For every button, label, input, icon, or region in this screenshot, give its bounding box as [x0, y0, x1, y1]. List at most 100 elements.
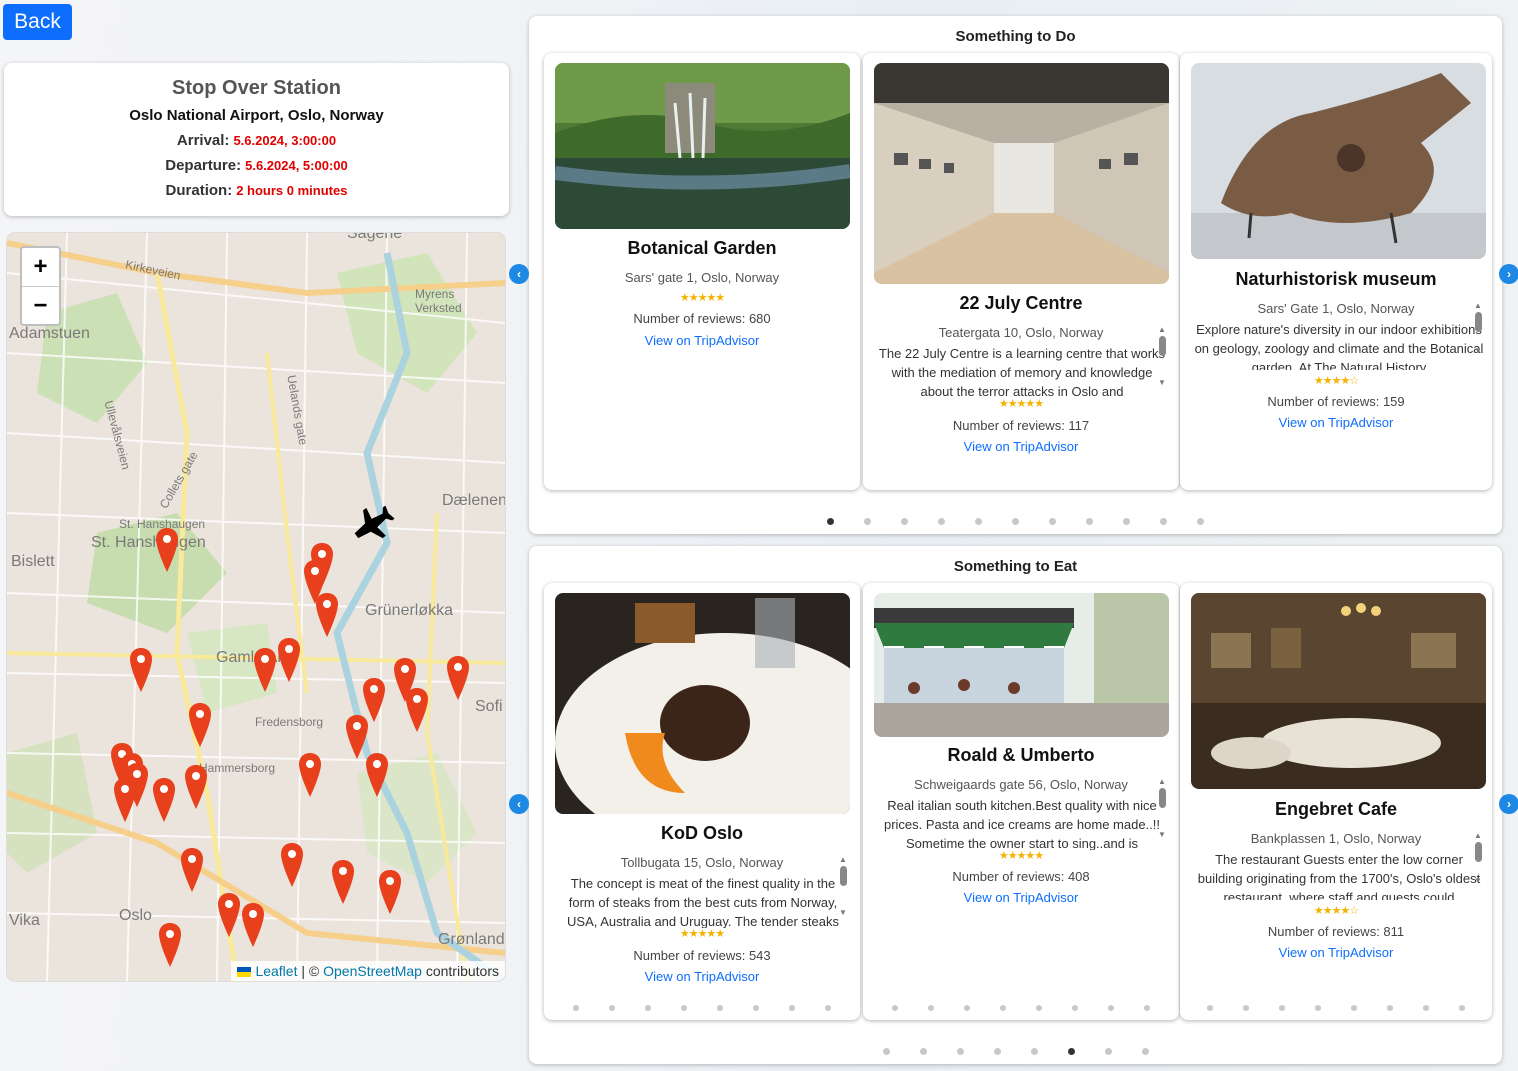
map-pin-icon[interactable]: [277, 637, 301, 683]
map-label: Grünerløkka: [365, 602, 454, 619]
restaurant-description: The concept is meat of the finest qualit…: [567, 876, 839, 928]
carousel-dot[interactable]: [938, 518, 945, 525]
tripadvisor-link[interactable]: View on TripAdvisor: [544, 969, 860, 984]
rating-stars: ★★★★★: [679, 292, 725, 304]
description-scrollbar[interactable]: ▲ ▼: [1473, 301, 1483, 355]
map-label: Sofi: [475, 698, 503, 715]
review-count: Number of reviews: 811: [1267, 924, 1405, 939]
zoom-in-button[interactable]: +: [22, 248, 59, 286]
carousel-dot[interactable]: [1141, 1048, 1149, 1055]
back-button[interactable]: Back: [3, 4, 72, 40]
arrival-label: Arrival:: [176, 132, 230, 149]
carousel-dots: [529, 1042, 1502, 1060]
duration-label: Duration:: [165, 182, 233, 199]
map-pin-icon[interactable]: [365, 752, 389, 798]
review-count: Number of reviews: 680: [633, 311, 771, 326]
restaurant-photo: [874, 593, 1169, 737]
map-pin-icon[interactable]: [315, 592, 339, 638]
carousel-dot[interactable]: [1030, 1048, 1038, 1055]
map-pin-icon[interactable]: [405, 687, 429, 733]
restaurant-address: Schweigaards gate 56, Oslo, Norway: [914, 777, 1128, 792]
osm-link[interactable]: OpenStreetMap: [323, 963, 422, 979]
leaflet-link[interactable]: Leaflet: [255, 963, 297, 979]
review-count: Number of reviews: 159: [1267, 394, 1405, 409]
zoom-out-button[interactable]: −: [22, 286, 59, 324]
description-scrollbar[interactable]: ▲ ▼: [1157, 777, 1167, 839]
map-pin-icon[interactable]: [129, 647, 153, 693]
map-pin-icon[interactable]: [331, 859, 355, 905]
map-label: Dælenenga: [442, 492, 505, 509]
tripadvisor-link[interactable]: View on TripAdvisor: [863, 439, 1179, 454]
carousel-dot[interactable]: [993, 1048, 1001, 1055]
carousel-dot[interactable]: [1067, 1048, 1075, 1055]
review-count: Number of reviews: 117: [952, 418, 1090, 433]
carousel-next-button[interactable]: ›: [1499, 794, 1518, 814]
map-pin-icon[interactable]: [113, 777, 137, 823]
map-label: Vika: [9, 912, 40, 929]
attraction-description: The 22 July Centre is a learning centre …: [878, 346, 1166, 398]
map-pin-icon[interactable]: [188, 702, 212, 748]
carousel-dot[interactable]: [1049, 518, 1056, 525]
tripadvisor-link[interactable]: View on TripAdvisor: [1180, 945, 1492, 960]
map-pin-icon[interactable]: [253, 647, 277, 693]
attraction-photo: [555, 63, 850, 229]
carousel-dot[interactable]: [1197, 518, 1204, 525]
attraction-card: Naturhistorisk museum Sars' Gate 1, Oslo…: [1180, 53, 1492, 490]
tripadvisor-link[interactable]: View on TripAdvisor: [863, 890, 1179, 905]
carousel-dot[interactable]: [975, 518, 982, 525]
rating-stars: ★★★★☆: [1313, 905, 1359, 917]
map-pin-icon[interactable]: [180, 847, 204, 893]
carousel-dot[interactable]: [827, 518, 834, 525]
carousel-prev-button[interactable]: ‹: [509, 794, 529, 814]
map-pin-icon[interactable]: [217, 892, 241, 938]
map-pin-icon[interactable]: [298, 752, 322, 798]
description-scrollbar[interactable]: ▲ ▼: [1157, 325, 1167, 387]
map-pin-icon[interactable]: [241, 902, 265, 948]
map-pin-icon[interactable]: [280, 842, 304, 888]
carousel-dot[interactable]: [919, 1048, 927, 1055]
review-count: Number of reviews: 408: [952, 869, 1090, 884]
carousel-dot[interactable]: [1012, 518, 1019, 525]
map-pin-icon[interactable]: [158, 922, 182, 968]
carousel-dot[interactable]: [1123, 518, 1130, 525]
rating-stars: ★★★★★: [679, 928, 725, 940]
map-pin-icon[interactable]: [152, 777, 176, 823]
stop-over-card: Stop Over Station Oslo National Airport,…: [4, 63, 509, 216]
carousel-dot[interactable]: [1160, 518, 1167, 525]
carousel-dot[interactable]: [956, 1048, 964, 1055]
card-image-dots: [1180, 998, 1492, 1016]
departure-label: Departure:: [165, 157, 242, 174]
attraction-name: 22 July Centre: [959, 293, 1083, 313]
description-scrollbar[interactable]: ▲ ▼: [1473, 831, 1483, 885]
map-pin-icon[interactable]: [184, 764, 208, 810]
map-label: Hammersborg: [199, 761, 276, 775]
arrival-row: Arrival: 5.6.2024, 3:00:00: [4, 132, 509, 149]
map-label: Bislett: [11, 553, 55, 570]
map-pin-icon[interactable]: [446, 655, 470, 701]
map-pin-icon[interactable]: [378, 869, 402, 915]
map-label: Oslo: [119, 907, 152, 924]
attraction-address: Sars' Gate 1, Oslo, Norway: [1257, 301, 1415, 316]
duration-row: Duration: 2 hours 0 minutes: [4, 182, 509, 199]
restaurant-photo: [1191, 593, 1486, 789]
rating-stars: ★★★★★: [998, 398, 1044, 410]
tripadvisor-link[interactable]: View on TripAdvisor: [544, 333, 860, 348]
carousel-next-button[interactable]: ›: [1499, 264, 1518, 284]
tripadvisor-link[interactable]: View on TripAdvisor: [1180, 415, 1492, 430]
carousel-dot[interactable]: [901, 518, 908, 525]
carousel-dot[interactable]: [1086, 518, 1093, 525]
something-to-do-section: Something to Do Botanical Garden Sars' g…: [509, 16, 1518, 534]
arrival-value: 5.6.2024, 3:00:00: [233, 133, 337, 148]
restaurant-card: KoD Oslo Tollbugata 15, Oslo, Norway The…: [544, 583, 860, 1020]
zoom-control: + −: [20, 246, 61, 326]
carousel-dot[interactable]: [882, 1048, 890, 1055]
carousel-prev-button[interactable]: ‹: [509, 264, 529, 284]
map-pin-icon[interactable]: [155, 527, 179, 573]
map-attribution: Leaflet | © OpenStreetMap contributors: [231, 961, 505, 981]
description-scrollbar[interactable]: ▲ ▼: [838, 855, 848, 917]
map[interactable]: Adamstuen Kirkeveien Myrens Verksted Ull…: [7, 233, 505, 981]
map-label: Adamstuen: [9, 325, 90, 342]
carousel-dot[interactable]: [864, 518, 871, 525]
carousel-dot[interactable]: [1104, 1048, 1112, 1055]
map-label: Sagene: [347, 233, 403, 242]
